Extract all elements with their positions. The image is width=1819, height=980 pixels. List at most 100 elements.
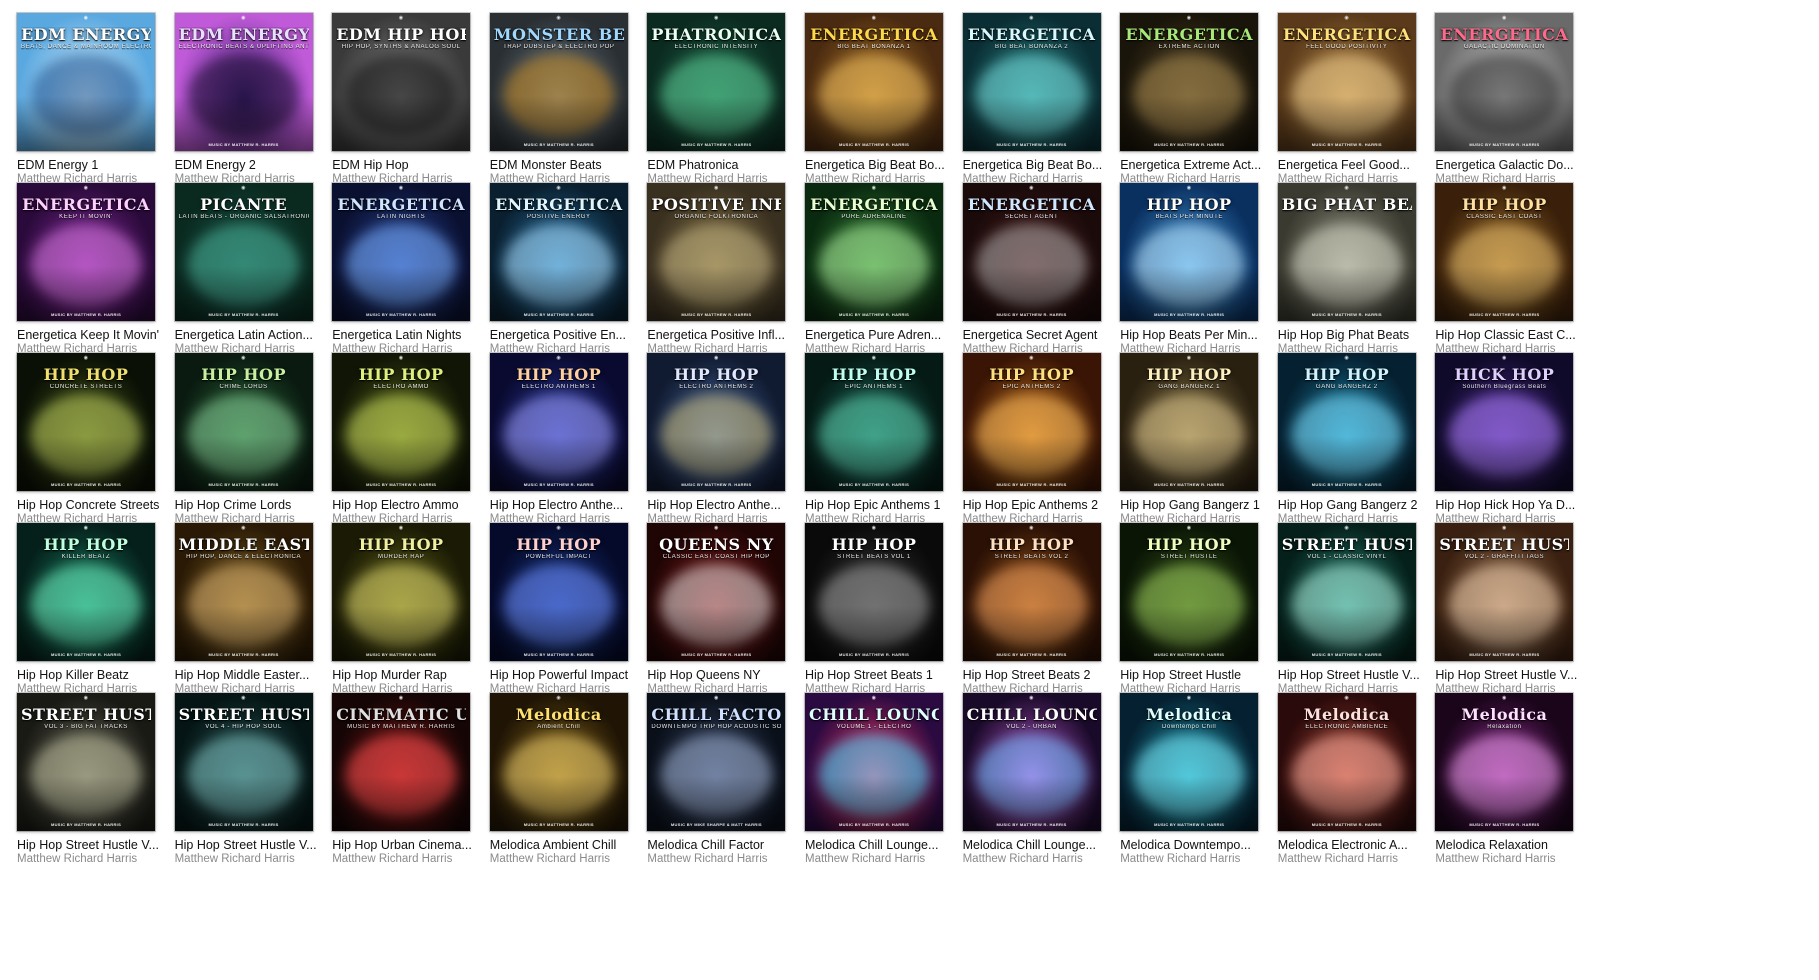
album-tile[interactable]: ◉ HIP HOP STREET BEATS VOL 1 MUSIC BY MATTH… (804, 523, 968, 703)
album-title[interactable]: EDM Hip Hop (332, 158, 494, 172)
album-title[interactable]: Hip Hop Street Hustle V... (17, 838, 179, 852)
album-title[interactable]: EDM Energy 2 (175, 158, 337, 172)
album-tile[interactable]: ◉ HIP HOP STREET BEATS VOL 2 MUSIC BY MATTH… (962, 523, 1126, 703)
album-tile[interactable]: ◉ HIP HOP ELECTRO AMMO MUSIC BY MATTHEW R. … (331, 353, 495, 533)
album-title[interactable]: Energetica Latin Action... (175, 328, 337, 342)
album-title[interactable]: Hip Hop Epic Anthems 1 (805, 498, 967, 512)
album-tile[interactable]: ◉ Melodica Ambient Chill MUSIC BY MATTHEW R… (489, 693, 653, 873)
album-title[interactable]: Hip Hop Electro Ammo (332, 498, 494, 512)
album-cover[interactable]: ◉ ENERGETICA SECRET AGENT MUSIC BY MATTHEW … (962, 183, 1101, 321)
album-tile[interactable]: ◉ PICANTE LATIN BEATS - ORGANIC SALSATRONI… (174, 183, 338, 363)
album-title[interactable]: Hip Hop Street Hustle V... (1278, 668, 1440, 682)
album-title[interactable]: Hip Hop Crime Lords (175, 498, 337, 512)
album-cover[interactable]: ◉ HIP HOP BEATS PER MINUTE MUSIC BY MATTHEW… (1120, 183, 1259, 321)
album-tile[interactable]: ◉ Melodica Relaxation MUSIC BY MATTHEW R. H… (1434, 693, 1598, 873)
album-cover[interactable]: ◉ QUEENS NY CLASSIC EAST COAST HIP HOP MUSI… (647, 523, 786, 661)
album-artist[interactable]: Matthew Richard Harris (175, 853, 337, 865)
album-title[interactable]: Hip Hop Street Hustle V... (1435, 668, 1597, 682)
album-cover[interactable]: ◉ HIP HOP ELECTRO AMMO MUSIC BY MATTHEW R. … (332, 353, 471, 491)
album-tile[interactable]: ◉ HICK HOP Southern Bluegrass Beats Hip Hop… (1434, 353, 1598, 533)
album-title[interactable]: Hip Hop Middle Easter... (175, 668, 337, 682)
album-cover[interactable]: ◉ Melodica ELECTRONIC AMBIENCE MUSIC BY MAT… (1277, 693, 1416, 831)
album-artist[interactable]: Matthew Richard Harris (1278, 853, 1440, 865)
album-tile[interactable]: ◉ HIP HOP STREET HUSTLE MUSIC BY MATTHEW R.… (1119, 523, 1283, 703)
album-tile[interactable]: ◉ EDM HIP HOP HIP HOP, SYNTHS & ANALOG SOU… (331, 13, 495, 193)
album-title[interactable]: Hip Hop Gang Bangerz 1 (1120, 498, 1282, 512)
album-title[interactable]: EDM Phatronica (647, 158, 809, 172)
album-tile[interactable]: ◉ CHILL FACTOR DOWNTEMPO TRIP HOP ACOUSTIC… (646, 693, 810, 873)
album-cover[interactable]: ◉ PICANTE LATIN BEATS - ORGANIC SALSATRONI… (174, 183, 313, 321)
album-tile[interactable]: ◉ ENERGETICA BIG BEAT BONANZA 1 MUSIC BY MA… (804, 13, 968, 193)
album-title[interactable]: Melodica Chill Lounge... (963, 838, 1125, 852)
album-title[interactable]: Energetica Feel Good... (1278, 158, 1440, 172)
album-cover[interactable]: ◉ HIP HOP MURDER RAP MUSIC BY MATTHEW R. HA… (332, 523, 471, 661)
album-title[interactable]: Melodica Downtempo... (1120, 838, 1282, 852)
album-artist[interactable]: Matthew Richard Harris (1435, 853, 1597, 865)
album-artist[interactable]: Matthew Richard Harris (1120, 853, 1282, 865)
album-cover[interactable]: ◉ HIP HOP ELECTRO ANTHEMS 2 MUSIC BY MATTHE… (647, 353, 786, 491)
album-cover[interactable]: ◉ CINEMATIC URBANMUSIC BY MATTHEW R. HARR… (332, 693, 471, 831)
album-title[interactable]: Hip Hop Street Hustle (1120, 668, 1282, 682)
album-tile[interactable]: ◉ MIDDLE EASTERNHIP HOP, DANCE & ELECTRON… (174, 523, 338, 703)
album-tile[interactable]: ◉ HIP HOP MURDER RAP MUSIC BY MATTHEW R. HA… (331, 523, 495, 703)
album-tile[interactable]: ◉ ENERGETICA SECRET AGENT MUSIC BY MATTHEW … (962, 183, 1126, 363)
album-cover[interactable]: ◉ HIP HOP GANG BANGERZ 2 MUSIC BY MATTHEW R… (1277, 353, 1416, 491)
album-tile[interactable]: ◉ Melodica Downtempo Chill MUSIC BY MATTHEW… (1119, 693, 1283, 873)
album-cover[interactable]: ◉ MIDDLE EASTERNHIP HOP, DANCE & ELECTRON… (174, 523, 313, 661)
album-tile[interactable]: ◉ ENERGETICA GALACTIC DOMINATION MUSIC BY M… (1434, 13, 1598, 193)
album-cover[interactable]: ◉ ENERGETICA GALACTIC DOMINATION MUSIC BY M… (1435, 13, 1574, 151)
album-tile[interactable]: ◉ STREET HUSTLEVOL 1 - CLASSIC VINYL MUSIC… (1277, 523, 1441, 703)
album-title[interactable]: Melodica Relaxation (1435, 838, 1597, 852)
album-title[interactable]: Energetica Big Beat Bo... (805, 158, 967, 172)
album-tile[interactable]: ◉ HIP HOP CLASSIC EAST COAST MUSIC BY MATTH… (1434, 183, 1598, 363)
album-tile[interactable]: ◉ ENERGETICA POSITIVE ENERGY MUSIC BY MATTH… (489, 183, 653, 363)
album-tile[interactable]: ◉ CHILL LOUNGEVOLUME 1 - ELECTRO MUSIC BY … (804, 693, 968, 873)
album-cover[interactable]: ◉ HIP HOP CRIME LORDS MUSIC BY MATTHEW R. H… (174, 353, 313, 491)
album-title[interactable]: Melodica Ambient Chill (490, 838, 652, 852)
album-cover[interactable]: ◉ EDM HIP HOP HIP HOP, SYNTHS & ANALOG SOU… (332, 13, 471, 151)
album-tile[interactable]: ◉ HIP HOP CONCRETE STREETS MUSIC BY MATTHEW… (16, 353, 180, 533)
album-cover[interactable]: ◉ ENERGETICA BIG BEAT BONANZA 2 MUSIC BY MA… (962, 13, 1101, 151)
album-title[interactable]: Hip Hop Concrete Streets (17, 498, 179, 512)
album-tile[interactable]: ◉ EDM ENERGY BEATS, DANCE & MAINROOM ELECT… (16, 13, 180, 193)
album-tile[interactable]: ◉ HIP HOP EPIC ANTHEMS 1 MUSIC BY MATTHEW R… (804, 353, 968, 533)
album-cover[interactable]: ◉ EDM ENERGY2 ELECTRONIC BEATS & UPLIFTING… (174, 13, 313, 151)
album-cover[interactable]: ◉ Melodica Downtempo Chill MUSIC BY MATTHEW… (1120, 693, 1259, 831)
album-cover[interactable]: ◉ ENERGETICA POSITIVE ENERGY MUSIC BY MATTH… (489, 183, 628, 321)
album-title[interactable]: Hip Hop Street Beats 1 (805, 668, 967, 682)
album-tile[interactable]: ◉ CINEMATIC URBANMUSIC BY MATTHEW R. HARR… (331, 693, 495, 873)
album-cover[interactable]: ◉ HIP HOP KILLER BEATZ MUSIC BY MATTHEW R. … (17, 523, 155, 661)
album-cover[interactable]: ◉ ENERGETICA LATIN NIGHTS MUSIC BY MATTHEW … (332, 183, 471, 321)
album-cover[interactable]: ◉ HIP HOP ELECTRO ANTHEMS 1 MUSIC BY MATTHE… (489, 353, 628, 491)
album-title[interactable]: Hip Hop Gang Bangerz 2 (1278, 498, 1440, 512)
album-cover[interactable]: ◉ POSITIVE INFLUENCEORGANIC FOLKTRONICA MU… (647, 183, 786, 321)
album-tile[interactable]: ◉ ENERGETICA LATIN NIGHTS MUSIC BY MATTHEW … (331, 183, 495, 363)
album-cover[interactable]: ◉ Melodica Relaxation MUSIC BY MATTHEW R. H… (1435, 693, 1574, 831)
album-title[interactable]: Energetica Galactic Do... (1435, 158, 1597, 172)
album-artist[interactable]: Matthew Richard Harris (963, 853, 1125, 865)
album-tile[interactable]: ◉ Melodica ELECTRONIC AMBIENCE MUSIC BY MAT… (1277, 693, 1441, 873)
album-cover[interactable]: ◉ HIP HOP POWERFUL IMPACT MUSIC BY MATTHEW … (489, 523, 628, 661)
album-title[interactable]: Hip Hop Queens NY (647, 668, 809, 682)
album-cover[interactable]: ◉ CHILL LOUNGEVOL 2 - URBAN MUSIC BY MATTH… (962, 693, 1101, 831)
album-cover[interactable]: ◉ STREET HUSTLEVOL 4 - HIP HOP SOUL MUSIC … (174, 693, 313, 831)
album-cover[interactable]: ◉ HIP HOP STREET HUSTLE MUSIC BY MATTHEW R.… (1120, 523, 1259, 661)
album-title[interactable]: Hip Hop Powerful Impact (490, 668, 652, 682)
album-title[interactable]: Energetica Extreme Act... (1120, 158, 1282, 172)
album-title[interactable]: Energetica Positive En... (490, 328, 652, 342)
album-title[interactable]: Energetica Latin Nights (332, 328, 494, 342)
album-tile[interactable]: ◉ ENERGETICA FEEL GOOD POSITIVITY MUSIC BY … (1277, 13, 1441, 193)
album-tile[interactable]: ◉ ENERGETICA EXTREME ACTION MUSIC BY MATTHE… (1119, 13, 1283, 193)
album-title[interactable]: Hip Hop Street Beats 2 (963, 668, 1125, 682)
album-title[interactable]: Melodica Chill Lounge... (805, 838, 967, 852)
album-tile[interactable]: ◉ CHILL LOUNGEVOL 2 - URBAN MUSIC BY MATTH… (962, 693, 1126, 873)
album-artist[interactable]: Matthew Richard Harris (332, 853, 494, 865)
album-title[interactable]: Hip Hop Urban Cinema... (332, 838, 494, 852)
album-title[interactable]: Melodica Chill Factor (647, 838, 809, 852)
album-cover[interactable]: ◉ ENERGETICA FEEL GOOD POSITIVITY MUSIC BY … (1277, 13, 1416, 151)
album-cover[interactable]: ◉ HIP HOP EPIC ANTHEMS 1 MUSIC BY MATTHEW R… (805, 353, 943, 491)
album-tile[interactable]: ◉ STREET HUSTLEVOL 2 - GRAFFITI TAGS MUSIC… (1434, 523, 1598, 703)
album-title[interactable]: Hip Hop Beats Per Min... (1120, 328, 1282, 342)
album-tile[interactable]: ◉ ENERGETICA BIG BEAT BONANZA 2 MUSIC BY MA… (962, 13, 1126, 193)
album-tile[interactable]: ◉ HIP HOP POWERFUL IMPACT MUSIC BY MATTHEW … (489, 523, 653, 703)
